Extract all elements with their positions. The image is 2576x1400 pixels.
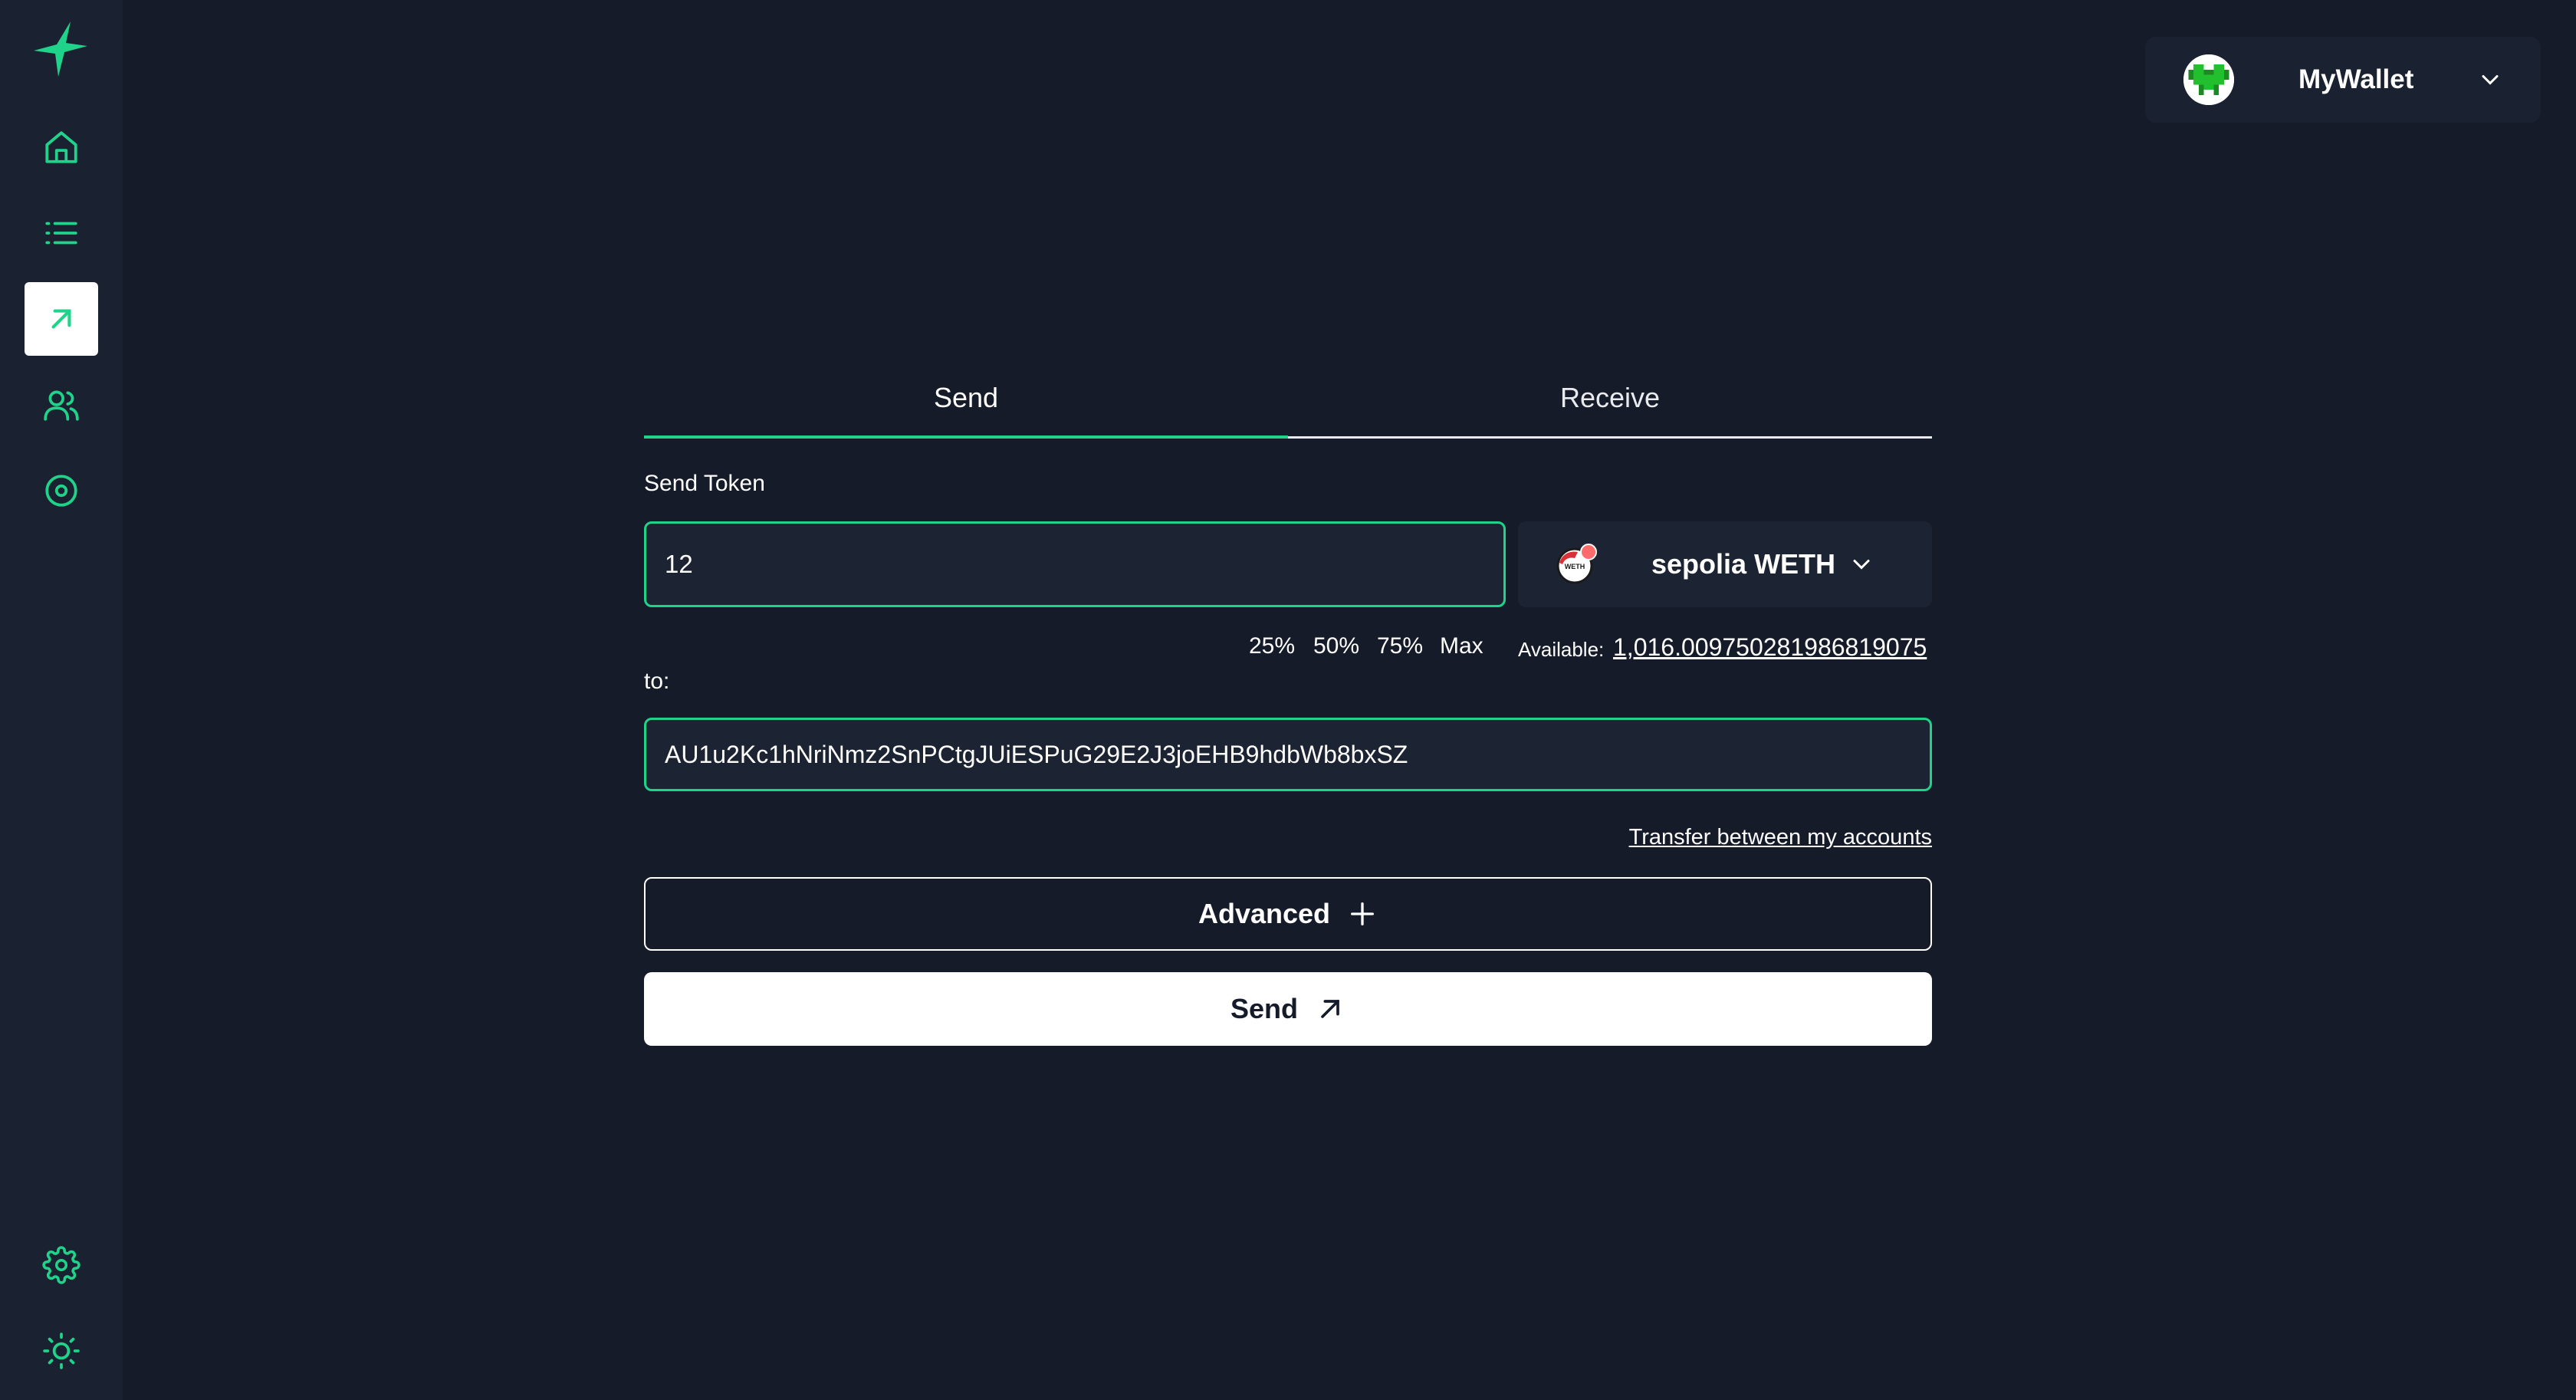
wallet-avatar-icon	[2183, 54, 2234, 105]
wallet-selector[interactable]: MyWallet	[2145, 37, 2541, 123]
send-token-label: Send Token	[644, 471, 765, 496]
sidebar-item-target[interactable]	[25, 454, 98, 527]
advanced-button[interactable]: Advanced	[644, 877, 1932, 951]
advanced-button-label: Advanced	[1198, 898, 1331, 929]
max-button[interactable]: Max	[1440, 633, 1484, 659]
wallet-name: MyWallet	[2298, 64, 2414, 94]
token-selector[interactable]: WETH sepolia WETH	[1518, 521, 1932, 607]
app-logo[interactable]	[29, 17, 94, 81]
chevron-down-icon	[2482, 75, 2499, 85]
sidebar-item-settings[interactable]	[25, 1228, 98, 1302]
percent-75-button[interactable]: 75%	[1377, 633, 1423, 659]
to-label: to:	[644, 669, 670, 694]
chevron-down-icon	[1853, 560, 1870, 570]
send-receive-tabs: Send Receive	[644, 368, 1932, 439]
sidebar-item-contacts[interactable]	[25, 368, 98, 442]
send-arrow-icon	[51, 309, 71, 329]
sidebar-item-list[interactable]	[25, 196, 98, 270]
tab-send[interactable]: Send	[644, 368, 1288, 439]
sun-icon	[43, 1333, 80, 1369]
avatar	[2183, 54, 2234, 105]
weth-token-icon: WETH	[1556, 544, 1597, 584]
sidebar-item-theme[interactable]	[25, 1314, 98, 1388]
send-arrow-icon	[1321, 1000, 1339, 1018]
available-balance[interactable]: 1,016.009750281986819075	[1613, 633, 1927, 662]
sidebar-item-send[interactable]	[25, 282, 98, 356]
percent-50-button[interactable]: 50%	[1313, 633, 1359, 659]
list-icon	[45, 222, 77, 245]
percent-25-button[interactable]: 25%	[1249, 633, 1295, 659]
transfer-between-accounts-link[interactable]: Transfer between my accounts	[1629, 825, 1932, 850]
available-label: Available:	[1518, 638, 1605, 661]
home-icon	[45, 131, 77, 163]
token-name: sepolia WETH	[1651, 548, 1836, 580]
amount-input[interactable]	[644, 521, 1506, 607]
plus-icon	[1351, 902, 1375, 925]
contacts-icon	[44, 390, 79, 421]
star-logo-icon	[34, 21, 87, 77]
sidebar	[0, 0, 123, 1400]
tab-receive[interactable]: Receive	[1288, 368, 1932, 439]
target-icon	[45, 475, 77, 507]
sidebar-item-home[interactable]	[25, 110, 98, 184]
gear-icon	[42, 1246, 80, 1284]
send-button[interactable]: Send	[644, 972, 1932, 1046]
send-button-label: Send	[1230, 993, 1298, 1024]
recipient-address-input[interactable]	[644, 718, 1932, 791]
svg-text:WETH: WETH	[1565, 563, 1585, 570]
